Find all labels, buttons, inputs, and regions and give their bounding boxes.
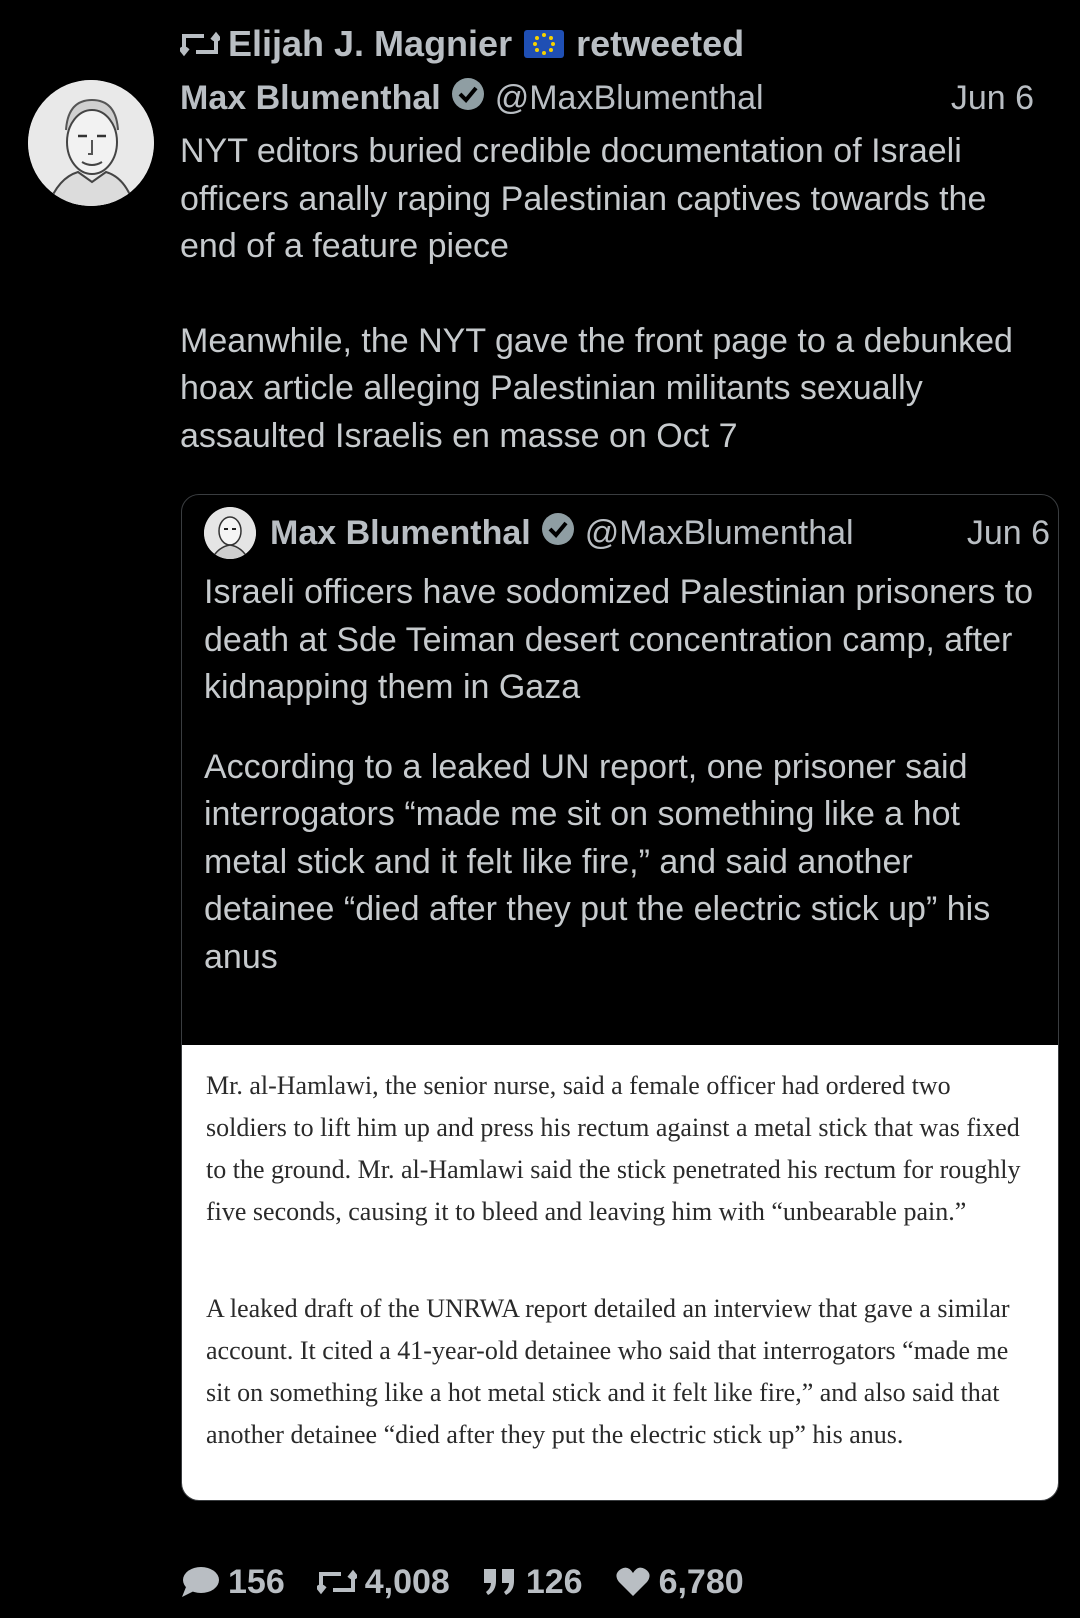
retweet-action-label: retweeted [576, 23, 745, 64]
quoted-tweet-header: Max Blumenthal @MaxBlumenthal Jun 6 [204, 507, 1050, 559]
tweet-paragraph: Meanwhile, the NYT gave the front page t… [180, 321, 1013, 455]
retweeter-name[interactable]: Elijah J. Magnier [228, 23, 512, 65]
verified-badge-icon [541, 512, 575, 555]
quoted-author-handle[interactable]: @MaxBlumenthal [585, 514, 854, 553]
author-handle[interactable]: @MaxBlumenthal [495, 79, 764, 118]
quoted-tweet-body: Israeli officers have sodomized Palestin… [204, 569, 1044, 981]
retweet-count: 4,008 [364, 1562, 450, 1601]
quote-icon [483, 1569, 514, 1595]
quote-button[interactable]: 126 [482, 1563, 583, 1602]
article-paragraph: Mr. al-Hamlawi, the senior nurse, said a… [206, 1071, 1021, 1226]
retweet-button[interactable]: 4,008 [316, 1562, 450, 1602]
reply-icon [182, 1567, 219, 1597]
eu-flag-icon [524, 30, 565, 58]
article-paragraph: A leaked draft of the UNRWA report detai… [206, 1294, 1010, 1449]
retweet-icon [316, 1569, 357, 1595]
reply-button[interactable]: 156 [180, 1563, 285, 1602]
tweet-header: Max Blumenthal @MaxBlumenthal Jun 6 [180, 72, 1060, 124]
avatar[interactable] [28, 80, 154, 206]
article-screenshot-image[interactable]: Mr. al-Hamlawi, the senior nurse, said a… [182, 1045, 1058, 1500]
quoted-tweet-date[interactable]: Jun 6 [967, 514, 1050, 553]
quoted-avatar [204, 507, 256, 559]
author-name[interactable]: Max Blumenthal [180, 79, 441, 118]
retweet-icon [180, 30, 220, 58]
avatar-sketch-image [28, 80, 154, 206]
quoted-paragraph: According to a leaked UN report, one pri… [204, 747, 991, 976]
like-button[interactable]: 6,780 [615, 1563, 744, 1602]
tweet-actions: 156 4,008 126 6,780 [180, 1552, 776, 1612]
reply-count: 156 [228, 1562, 285, 1601]
verified-badge-icon [451, 77, 485, 120]
quoted-tweet-card[interactable]: Max Blumenthal @MaxBlumenthal Jun 6 Isra… [181, 494, 1059, 1501]
retweet-banner: Elijah J. Magnier retweeted [180, 20, 744, 68]
tweet-body: NYT editors buried credible documentatio… [180, 128, 1050, 460]
like-count: 6,780 [658, 1562, 744, 1601]
heart-icon [615, 1567, 650, 1596]
tweet-paragraph: NYT editors buried credible documentatio… [180, 132, 987, 265]
quoted-author-name[interactable]: Max Blumenthal [270, 514, 531, 553]
tweet-date[interactable]: Jun 6 [951, 79, 1034, 118]
quoted-paragraph: Israeli officers have sodomized Palestin… [204, 573, 1034, 706]
quote-count: 126 [525, 1562, 583, 1601]
